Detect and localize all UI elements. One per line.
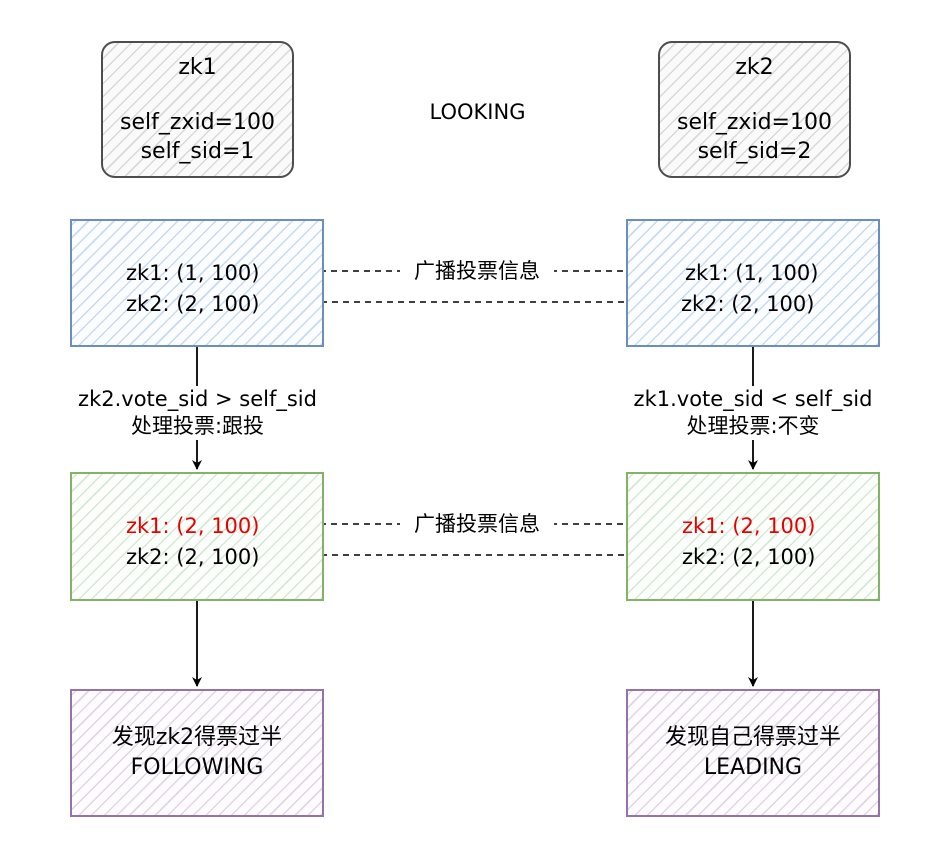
result-message: 发现zk2得票过半 <box>111 725 283 750</box>
decision-action: 处理投票:不变 <box>686 414 820 438</box>
vote-entry-zk1-changed: zk1: (2, 100) <box>126 514 260 538</box>
vote-entry-zk1: zk1: (1, 100) <box>126 261 260 285</box>
result-state: LEADING <box>703 755 803 780</box>
server-node-zk2: zk2 self_zxid=100 self_sid=2 <box>658 41 851 178</box>
decision-label-left: zk2.vote_sid > self_sid 处理投票:跟投 <box>50 386 345 440</box>
server-zxid: self_zxid=100 <box>120 110 275 135</box>
vote-entry-zk2: zk2: (2, 100) <box>126 292 260 316</box>
decision-condition: zk2.vote_sid > self_sid <box>78 387 317 411</box>
vote-box-zk2-round1: zk1: (1, 100) zk2: (2, 100) <box>626 219 880 347</box>
vote-entry-zk2: zk2: (2, 100) <box>681 292 815 316</box>
decision-condition: zk1.vote_sid < self_sid <box>633 387 873 411</box>
vote-entry-zk2: zk2: (2, 100) <box>682 545 816 569</box>
server-sid: self_sid=2 <box>697 139 812 164</box>
server-zxid: self_zxid=100 <box>677 110 832 135</box>
vote-entry-zk1: zk1: (1, 100) <box>685 261 819 285</box>
server-name: zk1 <box>178 55 217 80</box>
result-box-zk1: 发现zk2得票过半 FOLLOWING <box>70 689 324 817</box>
vote-box-zk1-round2: zk1: (2, 100) zk2: (2, 100) <box>70 472 324 601</box>
vote-box-zk2-round2: zk1: (2, 100) zk2: (2, 100) <box>626 472 880 601</box>
vote-entry-zk1-changed: zk1: (2, 100) <box>682 514 816 538</box>
decision-action: 处理投票:跟投 <box>130 414 265 438</box>
broadcast-label-round2: 广播投票信息 <box>400 511 554 538</box>
result-box-zk2: 发现自己得票过半 LEADING <box>626 689 880 817</box>
server-sid: self_sid=1 <box>140 139 255 164</box>
server-name: zk2 <box>735 55 774 80</box>
decision-label-right: zk1.vote_sid < self_sid 处理投票:不变 <box>605 386 901 440</box>
vote-box-zk1-round1: zk1: (1, 100) zk2: (2, 100) <box>70 219 324 347</box>
vote-entry-zk2: zk2: (2, 100) <box>126 545 260 569</box>
broadcast-label-round1: 广播投票信息 <box>400 258 554 285</box>
status-label: LOOKING <box>429 100 526 124</box>
result-message: 发现自己得票过半 <box>664 725 841 750</box>
server-node-zk1: zk1 self_zxid=100 self_sid=1 <box>101 41 294 178</box>
result-state: FOLLOWING <box>130 755 264 780</box>
